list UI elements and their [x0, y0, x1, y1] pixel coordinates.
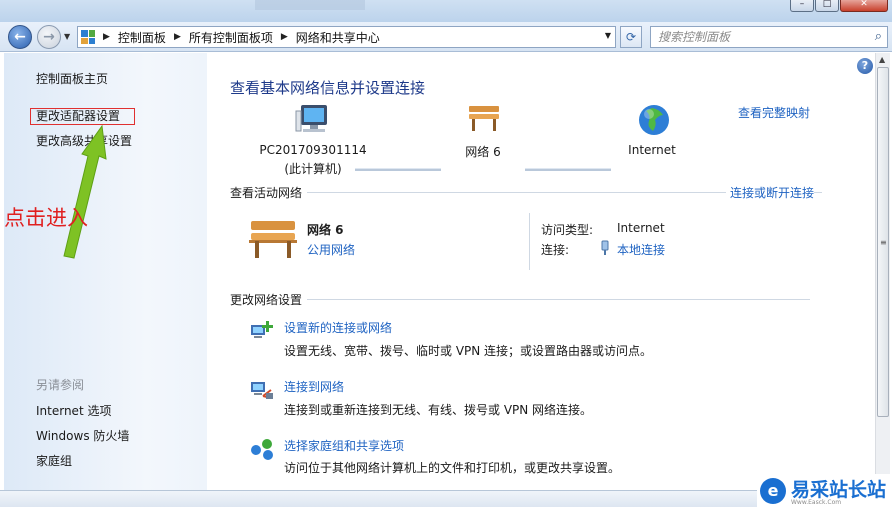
sidebar-item-firewall[interactable]: Windows 防火墙	[36, 427, 129, 444]
ethernet-icon	[601, 240, 609, 255]
refresh-button[interactable]: ⟳	[620, 26, 642, 48]
scroll-grip-icon: ≡	[880, 238, 887, 247]
computer-icon	[295, 105, 327, 132]
back-arrow-icon: ←	[14, 29, 26, 45]
bench-network-icon	[249, 221, 297, 258]
vertical-scrollbar[interactable]: ▲ ≡	[875, 53, 890, 490]
main-panel: ? 查看基本网络信息并设置连接 PC201709301114 (此计算机) 网络…	[207, 53, 875, 490]
forward-button[interactable]: →	[37, 25, 61, 49]
address-toolbar: ← → ▼ ▶ 控制面板 ▶ 所有控制面板项 ▶ 网络和共享中心 ▼ ⟳ 搜索控…	[0, 22, 892, 52]
network-map: PC201709301114 (此计算机) 网络 6 Internet 查看完整…	[207, 103, 875, 183]
window-title-bar: – □ ✕	[0, 0, 892, 22]
breadcrumb-control-panel[interactable]: 控制面板	[118, 29, 166, 46]
address-dropdown-icon[interactable]: ▼	[605, 31, 611, 40]
task-connect-network-desc: 连接到或重新连接到无线、有线、拨号或 VPN 网络连接。	[284, 403, 593, 417]
computer-name: PC201709301114	[259, 143, 367, 157]
homegroup-icon	[251, 439, 273, 460]
address-bar[interactable]: ▶ 控制面板 ▶ 所有控制面板项 ▶ 网络和共享中心 ▼	[77, 26, 616, 48]
view-full-map-link[interactable]: 查看完整映射	[738, 104, 810, 121]
watermark-text: 易采站长站	[791, 479, 887, 501]
access-type-value: Internet	[617, 221, 665, 235]
help-icon[interactable]: ?	[857, 58, 873, 74]
annotation-arrow-icon	[63, 124, 107, 259]
maximize-button[interactable]: □	[815, 0, 839, 12]
local-connection-link[interactable]: 本地连接	[617, 241, 665, 258]
breadcrumb-separator-icon[interactable]: ▶	[281, 32, 288, 42]
task-homegroup[interactable]: 选择家庭组和共享选项	[284, 437, 404, 454]
active-network-name: 网络 6	[307, 223, 344, 237]
annotation-text: 点击进入	[4, 206, 88, 230]
watermark: e 易采站长站 Www.Easck.Com	[757, 474, 892, 507]
task-homegroup-desc: 访问位于其他网络计算机上的文件和打印机，或更改共享设置。	[284, 461, 621, 475]
sidebar-item-homegroup[interactable]: 家庭组	[36, 452, 72, 469]
internet-label: Internet	[628, 143, 676, 157]
sidebar-item-internet-options[interactable]: Internet 选项	[36, 402, 111, 419]
forward-arrow-icon: →	[43, 29, 55, 45]
search-icon[interactable]: ⌕	[875, 27, 882, 47]
active-networks-heading: 查看活动网络	[230, 186, 303, 200]
scroll-up-icon[interactable]: ▲	[879, 55, 885, 64]
breadcrumb-separator-icon[interactable]: ▶	[103, 32, 110, 42]
vertical-divider	[529, 213, 530, 270]
connect-network-icon	[251, 382, 273, 399]
task-setup-connection-desc: 设置无线、宽带、拨号、临时或 VPN 连接；或设置路由器或访问点。	[284, 344, 653, 358]
search-placeholder: 搜索控制面板	[658, 30, 731, 44]
task-connect-network[interactable]: 连接到网络	[284, 378, 344, 395]
change-settings-heading: 更改网络设置	[230, 293, 303, 307]
see-also-heading: 另请参阅	[36, 378, 85, 392]
network-label: 网络 6	[465, 145, 501, 159]
bench-network-icon[interactable]	[467, 103, 501, 133]
connection-line	[525, 168, 611, 171]
breadcrumb-all-items[interactable]: 所有控制面板项	[189, 29, 273, 46]
page-title: 查看基本网络信息并设置连接	[230, 79, 426, 97]
recent-pages-dropdown[interactable]: ▼	[64, 32, 70, 41]
access-type-label: 访问类型:	[541, 223, 594, 237]
breadcrumb-network-center[interactable]: 网络和共享中心	[296, 29, 380, 46]
watermark-logo: e	[760, 477, 786, 504]
network-type-link[interactable]: 公用网络	[307, 241, 355, 258]
title-bar-blurred-area	[255, 0, 365, 10]
back-button[interactable]: ←	[8, 25, 32, 49]
new-connection-icon	[251, 321, 273, 338]
divider	[307, 299, 810, 300]
close-button[interactable]: ✕	[840, 0, 888, 12]
refresh-icon: ⟳	[625, 30, 637, 44]
search-input[interactable]: 搜索控制面板 ⌕	[650, 26, 888, 48]
watermark-sub: Www.Easck.Com	[791, 499, 842, 506]
computer-sub-label: (此计算机)	[284, 162, 342, 176]
breadcrumb-separator-icon[interactable]: ▶	[174, 32, 181, 42]
task-setup-connection[interactable]: 设置新的连接或网络	[284, 319, 392, 336]
internet-globe-icon[interactable]	[637, 103, 671, 137]
minimize-button[interactable]: –	[790, 0, 814, 12]
connections-label: 连接:	[541, 243, 570, 257]
control-panel-icon	[81, 30, 95, 44]
connect-disconnect-link[interactable]: 连接或断开连接	[726, 184, 815, 201]
